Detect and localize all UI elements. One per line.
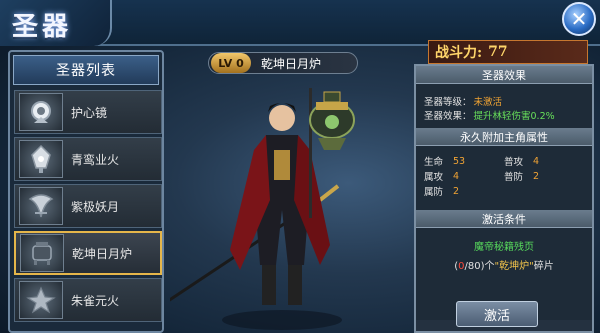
cauldron-icon: [20, 234, 64, 272]
list-item-label: 紫极妖月: [71, 199, 120, 214]
attr-normal-attack: 普攻 4: [504, 155, 540, 169]
close-icon: ✕: [570, 7, 588, 31]
artifact-list-title: 圣器列表: [13, 55, 159, 85]
effect-skill-value: 提升林轻伤害0.2%: [473, 111, 555, 122]
effect-skill-label: 圣器效果：: [424, 111, 472, 122]
list-item-label: 青鸾业火: [71, 152, 120, 167]
artifact-name: 乾坤日月炉: [261, 56, 322, 71]
close-button[interactable]: ✕: [562, 2, 596, 36]
hero-illustration: [161, 88, 355, 330]
hero-preview: [161, 80, 410, 333]
artifact-list-panel: 圣器列表 护心镜 青鸾业火 紫极妖月 乾坤日月炉 朱雀元火: [8, 50, 164, 333]
list-item-label: 朱雀元火: [71, 293, 120, 308]
activate-section-title: 激活条件: [416, 210, 592, 228]
list-item-lantern[interactable]: 青鸾业火: [14, 137, 162, 181]
artifact-list: 护心镜 青鸾业火 紫极妖月 乾坤日月炉 朱雀元火: [14, 90, 162, 325]
effect-level-row: 圣器等级： 未激活: [424, 94, 584, 108]
info-panel: 圣器效果 圣器等级： 未激活 圣器效果： 提升林轻伤害0.2% 永久附加主角属性…: [414, 64, 594, 333]
effect-section-title: 圣器效果: [416, 66, 592, 84]
material-count: (0/80)个"乾坤炉"碎片: [454, 261, 554, 272]
activate-button[interactable]: 激活: [456, 301, 538, 327]
moon-blade-icon: [19, 187, 63, 225]
list-item-label: 护心镜: [71, 105, 108, 120]
list-item-label: 乾坤日月炉: [72, 246, 133, 261]
list-item-cauldron[interactable]: 乾坤日月炉: [14, 231, 162, 275]
attr-hp: 生命 53: [424, 155, 466, 169]
combat-power-value: 77: [488, 44, 508, 60]
combat-power: 战斗力: 77: [428, 40, 588, 64]
attr-element-defense: 属防 2: [424, 185, 460, 199]
list-item-phoenix[interactable]: 朱雀元火: [14, 278, 162, 322]
attrs-section-title: 永久附加主角属性: [416, 128, 592, 146]
list-item-mirror[interactable]: 护心镜: [14, 90, 162, 134]
phoenix-icon: [19, 281, 63, 319]
title-plate: 圣器: [0, 0, 112, 46]
effect-level-label: 圣器等级：: [424, 97, 472, 108]
effect-section: 圣器等级： 未激活 圣器效果： 提升林轻伤害0.2%: [416, 84, 592, 128]
window-title: 圣器: [12, 12, 73, 42]
mirror-icon: [19, 93, 63, 131]
effect-level-value: 未激活: [473, 97, 503, 108]
material-name: 魔帝秘籍残页: [474, 242, 534, 253]
combat-power-label: 战斗力:: [435, 45, 483, 61]
lantern-icon: [19, 140, 63, 178]
attrs-section: 生命 53 普攻 4 属攻 4 普防 2 属防 2: [416, 146, 592, 210]
effect-skill-row: 圣器效果： 提升林轻伤害0.2%: [424, 108, 584, 122]
material-item-name: "乾坤炉": [494, 261, 534, 272]
attr-normal-defense: 普防 2: [504, 170, 540, 184]
artifact-level-bar: LV 0 乾坤日月炉: [208, 52, 358, 74]
attr-element-attack: 属攻 4: [424, 170, 460, 184]
game-scene: 圣器 ✕ 圣器列表 护心镜 青鸾业火 紫极妖月 乾坤日月炉 朱雀元火 LV 0 …: [0, 0, 600, 333]
list-item-moon-blade[interactable]: 紫极妖月: [14, 184, 162, 228]
level-badge: LV 0: [211, 53, 251, 73]
